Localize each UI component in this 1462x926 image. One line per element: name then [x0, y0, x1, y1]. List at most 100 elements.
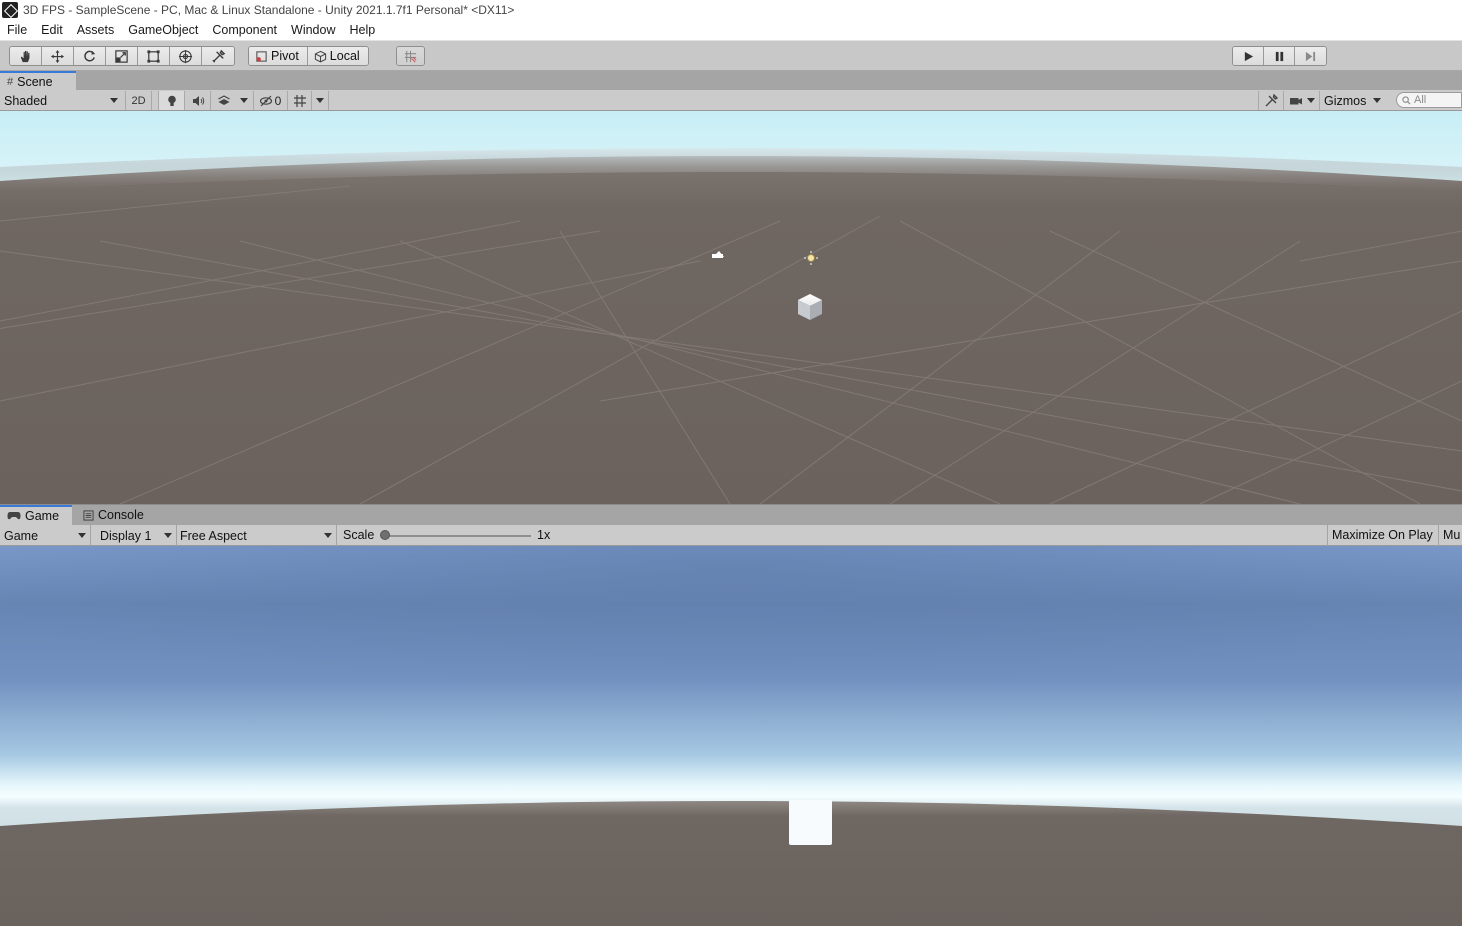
tab-console[interactable]: Console	[76, 505, 152, 525]
chevron-down-icon	[324, 533, 332, 538]
tab-game-label: Game	[25, 509, 60, 523]
hand-tool-button[interactable]	[10, 47, 42, 65]
menu-component[interactable]: Component	[205, 23, 284, 37]
gizmos-dropdown[interactable]: Gizmos	[1319, 91, 1387, 110]
main-toolbar: Pivot Local	[0, 41, 1462, 71]
tools-icon	[211, 49, 225, 63]
unity-logo-icon	[2, 2, 18, 18]
scene-viewport[interactable]	[0, 111, 1462, 504]
play-controls	[1232, 46, 1327, 66]
speaker-icon	[192, 95, 204, 106]
menu-file[interactable]: File	[0, 23, 34, 37]
divider	[336, 525, 337, 546]
local-toggle[interactable]: Local	[307, 47, 368, 65]
play-button[interactable]	[1233, 47, 1264, 65]
divider	[1327, 525, 1328, 546]
menu-gameobject[interactable]: GameObject	[121, 23, 205, 37]
custom-tool-button[interactable]	[202, 47, 234, 65]
aspect-value: Free Aspect	[180, 528, 247, 543]
scene-hash-icon: #	[7, 75, 14, 88]
grid-dropdown[interactable]	[311, 91, 329, 110]
tab-console-label: Console	[98, 508, 144, 522]
menu-window[interactable]: Window	[284, 23, 342, 37]
chevron-down-icon	[78, 533, 86, 538]
pivot-toggle[interactable]: Pivot	[249, 47, 308, 65]
maximize-on-play-toggle[interactable]: Maximize On Play	[1332, 528, 1433, 542]
scene-search-input[interactable]: All	[1396, 92, 1462, 108]
chevron-down-icon	[1373, 98, 1381, 103]
camera-icon	[1289, 97, 1302, 104]
local-cube-icon	[314, 50, 326, 62]
menu-bar: File Edit Assets GameObject Component Wi…	[0, 20, 1462, 41]
hidden-objects-toggle[interactable]: 0	[253, 91, 286, 110]
tab-scene[interactable]: # Scene	[0, 71, 76, 90]
aspect-dropdown[interactable]: Free Aspect	[176, 526, 336, 545]
scene-tools-button[interactable]	[1258, 91, 1282, 110]
search-placeholder: All	[1414, 94, 1427, 106]
game-viewport[interactable]	[0, 546, 1462, 926]
chevron-down-icon	[110, 98, 118, 103]
grid-icon	[293, 94, 306, 107]
transform-tool-button[interactable]	[170, 47, 202, 65]
effects-dropdown[interactable]	[236, 91, 252, 110]
local-label: Local	[329, 49, 360, 63]
gamepad-icon	[7, 512, 21, 520]
scene-ground	[0, 156, 1462, 504]
scale-label: Scale	[343, 528, 375, 542]
console-icon	[83, 509, 94, 521]
game-ground	[0, 801, 1462, 926]
title-bar: 3D FPS - SampleScene - PC, Mac & Linux S…	[0, 0, 1462, 20]
play-icon	[1244, 51, 1253, 61]
effects-toggle[interactable]	[210, 91, 236, 110]
effects-layers-icon	[217, 94, 230, 105]
menu-assets[interactable]: Assets	[70, 23, 122, 37]
tab-scene-label: Scene	[17, 74, 53, 89]
audio-toggle[interactable]	[184, 91, 210, 110]
scale-tool-button[interactable]	[106, 47, 138, 65]
tools-icon	[1265, 93, 1278, 106]
pivot-icon	[256, 50, 267, 62]
grid-snap-button[interactable]	[397, 47, 424, 65]
toggle-2d-label: 2D	[131, 94, 146, 107]
mute-audio-toggle[interactable]: Mu	[1443, 528, 1460, 542]
gizmos-label: Gizmos	[1324, 93, 1367, 108]
move-tool-button[interactable]	[42, 47, 74, 65]
window-title: 3D FPS - SampleScene - PC, Mac & Linux S…	[23, 3, 515, 17]
game-sky-glow	[0, 546, 1462, 746]
chevron-down-icon	[240, 98, 248, 103]
step-button[interactable]	[1295, 47, 1326, 65]
hand-icon	[20, 50, 30, 62]
scale-slider-track[interactable]	[385, 535, 531, 537]
toggle-2d-button[interactable]: 2D	[125, 91, 152, 110]
view-mode-value: Game	[4, 528, 39, 543]
chevron-down-icon	[316, 98, 324, 103]
view-mode-dropdown[interactable]: Game	[0, 526, 90, 545]
step-icon	[1305, 51, 1316, 61]
lightbulb-icon	[167, 95, 176, 106]
scale-icon	[115, 49, 128, 63]
rotate-tool-button[interactable]	[74, 47, 106, 65]
game-tab-strip: Game Console	[0, 504, 1462, 525]
menu-edit[interactable]: Edit	[34, 23, 70, 37]
scene-render	[0, 111, 1462, 504]
camera-settings-button[interactable]	[1283, 91, 1319, 110]
display-dropdown[interactable]: Display 1	[96, 526, 176, 545]
scale-slider-thumb[interactable]	[380, 530, 390, 540]
shading-mode-value: Shaded	[4, 93, 48, 108]
pivot-local-group: Pivot Local	[248, 46, 369, 66]
display-value: Display 1	[100, 528, 152, 543]
chevron-down-icon	[164, 533, 172, 538]
eye-hidden-icon	[259, 95, 272, 106]
rect-tool-button[interactable]	[138, 47, 170, 65]
lighting-toggle[interactable]	[158, 91, 184, 110]
menu-help[interactable]: Help	[342, 23, 382, 37]
hidden-count: 0	[274, 93, 282, 108]
tab-game[interactable]: Game	[0, 505, 72, 525]
move-arrows-icon	[50, 49, 65, 63]
pause-icon	[1275, 51, 1283, 61]
pause-button[interactable]	[1264, 47, 1295, 65]
shading-mode-dropdown[interactable]: Shaded	[0, 91, 122, 110]
grid-toggle[interactable]	[287, 91, 311, 110]
pivot-label: Pivot	[271, 49, 299, 63]
game-render	[0, 546, 1462, 926]
